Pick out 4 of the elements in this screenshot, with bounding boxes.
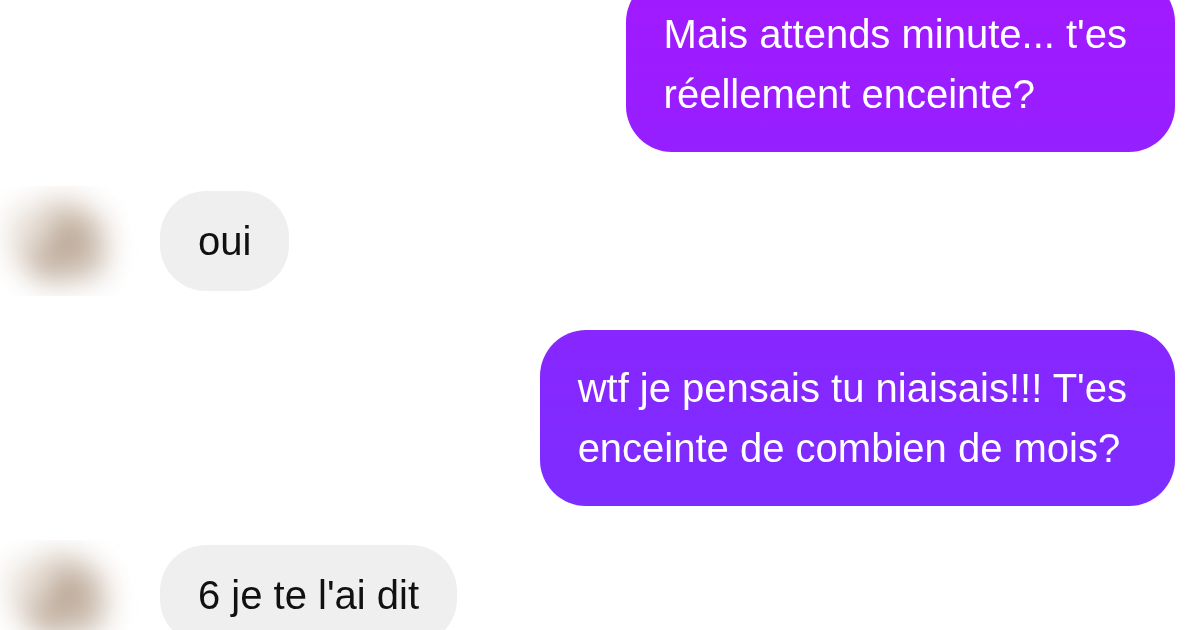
message-bubble: 6 je te l'ai dit (160, 545, 458, 630)
message-bubble: Mais attends minute... t'es réellement enceinte? (625, 0, 1175, 152)
message-bubble: oui (160, 191, 290, 291)
message-bubble: wtf je pensais tu niaisais!!! T'es enceinte de combien de mois? (539, 330, 1175, 506)
